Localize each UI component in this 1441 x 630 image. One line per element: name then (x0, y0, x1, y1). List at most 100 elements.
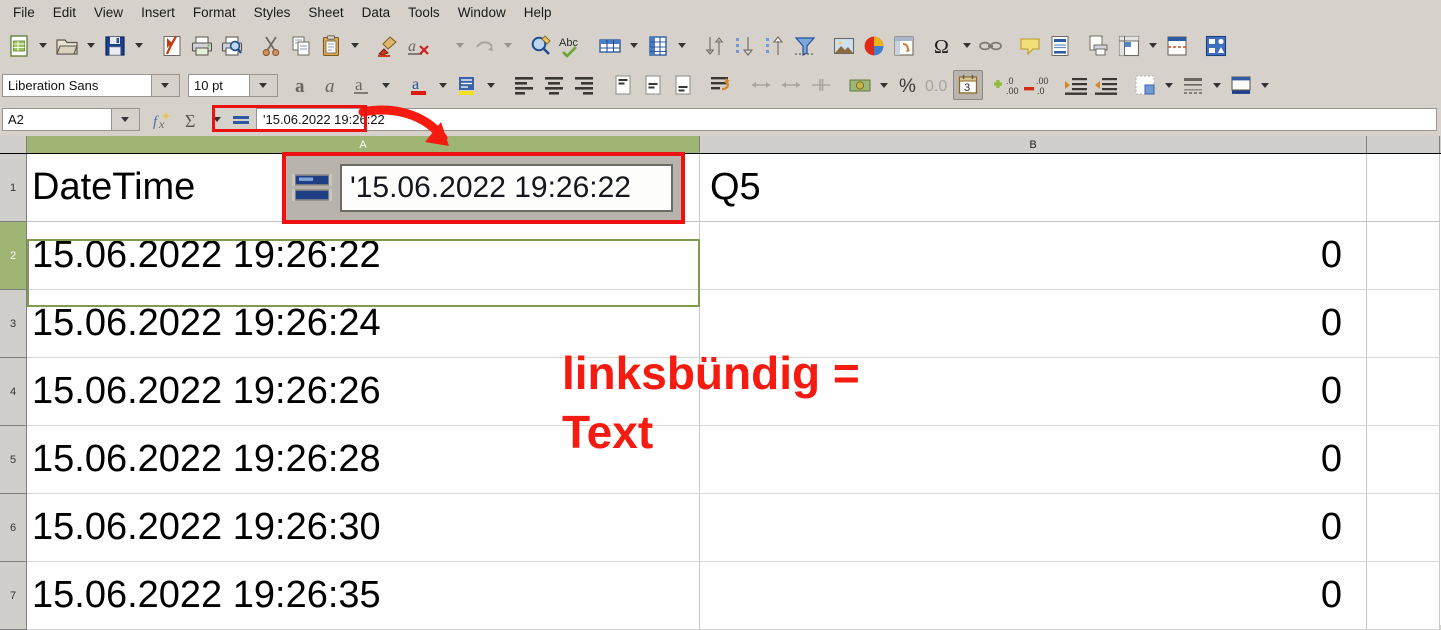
font-name-input[interactable]: Liberation Sans (2, 73, 152, 97)
name-box[interactable]: A2 (2, 108, 112, 131)
menu-file[interactable]: File (4, 3, 44, 22)
cell-a2[interactable]: 15.06.2022 19:26:22 (27, 222, 700, 290)
insert-image-icon[interactable] (829, 31, 859, 61)
print-preview-icon[interactable] (217, 31, 247, 61)
pivot-table-icon[interactable] (889, 31, 919, 61)
open-file-icon[interactable] (52, 31, 82, 61)
cell-c7[interactable] (1367, 562, 1440, 630)
row-header-4[interactable]: 4 (0, 358, 27, 426)
row-header-1[interactable]: 1 (0, 154, 27, 222)
formula-icon[interactable] (226, 105, 256, 135)
border-style-dropdown[interactable] (1208, 70, 1226, 100)
unmerge-icon[interactable] (806, 70, 836, 100)
show-draw-functions-icon[interactable] (1201, 31, 1231, 61)
formula-input[interactable]: '15.06.2022 19:26:22 (256, 108, 1437, 131)
font-color-icon[interactable]: a (404, 70, 434, 100)
function-wizard-icon[interactable]: f x (148, 105, 178, 135)
row-header-3[interactable]: 3 (0, 290, 27, 358)
open-file-dropdown[interactable] (82, 31, 100, 61)
menu-edit[interactable]: Edit (44, 3, 85, 22)
borders-icon[interactable] (1130, 70, 1160, 100)
special-character-icon[interactable]: Ω (928, 31, 958, 61)
cell-c3[interactable] (1367, 290, 1440, 358)
background-cell-color-dropdown[interactable] (1256, 70, 1274, 100)
background-cell-color-icon[interactable] (1226, 70, 1256, 100)
cell-c2[interactable] (1367, 222, 1440, 290)
add-decimal-icon[interactable]: .0 .00 (992, 70, 1022, 100)
sort-icon[interactable] (700, 31, 730, 61)
currency-icon[interactable] (845, 70, 875, 100)
highlight-color-icon[interactable] (452, 70, 482, 100)
undo-dropdown[interactable] (451, 31, 469, 61)
save-icon[interactable] (100, 31, 130, 61)
insert-hyperlink-icon[interactable] (976, 31, 1006, 61)
cell-a7[interactable]: 15.06.2022 19:26:35 (27, 562, 700, 630)
headers-footers-icon[interactable] (1045, 31, 1075, 61)
clear-formatting-icon[interactable]: a (403, 31, 433, 61)
freeze-dropdown[interactable] (1144, 31, 1162, 61)
insert-column-dropdown[interactable] (673, 31, 691, 61)
highlight-color-dropdown[interactable] (482, 70, 500, 100)
menu-window[interactable]: Window (449, 3, 515, 22)
row-header-6[interactable]: 6 (0, 494, 27, 562)
font-color-dropdown[interactable] (434, 70, 452, 100)
cut-icon[interactable] (256, 31, 286, 61)
cell-c4[interactable] (1367, 358, 1440, 426)
sort-ascending-icon[interactable] (730, 31, 760, 61)
align-left-icon[interactable] (509, 70, 539, 100)
underline-dropdown[interactable] (377, 70, 395, 100)
cell-a6[interactable]: 15.06.2022 19:26:30 (27, 494, 700, 562)
redo-icon[interactable] (469, 31, 499, 61)
underline-icon[interactable]: a (347, 70, 377, 100)
copy-icon[interactable] (286, 31, 316, 61)
cell-b1[interactable]: Q5 (700, 154, 1367, 222)
find-replace-icon[interactable] (526, 31, 556, 61)
merge-center-icon[interactable] (776, 70, 806, 100)
new-document-icon[interactable] (4, 31, 34, 61)
insert-row-dropdown[interactable] (625, 31, 643, 61)
borders-dropdown[interactable] (1160, 70, 1178, 100)
align-center-icon[interactable] (539, 70, 569, 100)
percent-icon[interactable]: % (893, 70, 923, 100)
special-character-dropdown[interactable] (958, 31, 976, 61)
align-bottom-icon[interactable] (668, 70, 698, 100)
menu-help[interactable]: Help (515, 3, 561, 22)
delete-decimal-icon[interactable]: .00 .0 (1022, 70, 1052, 100)
increase-indent-icon[interactable] (1061, 70, 1091, 100)
cell-b6[interactable]: 0 (700, 494, 1367, 562)
menu-data[interactable]: Data (353, 3, 400, 22)
menu-sheet[interactable]: Sheet (299, 3, 352, 22)
row-header-2[interactable]: 2 (0, 222, 27, 290)
paste-dropdown[interactable] (346, 31, 364, 61)
insert-column-icon[interactable] (643, 31, 673, 61)
sum-icon[interactable]: Σ (178, 105, 208, 135)
autofilter-icon[interactable] (790, 31, 820, 61)
menu-tools[interactable]: Tools (399, 3, 449, 22)
column-header-a[interactable]: A (27, 136, 700, 153)
spelling-icon[interactable]: Abc (556, 31, 586, 61)
bold-icon[interactable]: a (287, 70, 317, 100)
cell-c1[interactable] (1367, 154, 1440, 222)
print-area-icon[interactable] (1084, 31, 1114, 61)
sort-descending-icon[interactable] (760, 31, 790, 61)
new-document-dropdown[interactable] (34, 31, 52, 61)
row-header-7[interactable]: 7 (0, 562, 27, 630)
cell-b2[interactable]: 0 (700, 222, 1367, 290)
split-window-icon[interactable] (1162, 31, 1192, 61)
freeze-rows-columns-icon[interactable] (1114, 31, 1144, 61)
decrease-indent-icon[interactable] (1091, 70, 1121, 100)
menu-insert[interactable]: Insert (132, 3, 184, 22)
menu-styles[interactable]: Styles (245, 3, 300, 22)
name-box-dropdown[interactable] (112, 108, 140, 131)
comment-icon[interactable] (1015, 31, 1045, 61)
border-style-icon[interactable] (1178, 70, 1208, 100)
select-all-corner[interactable] (0, 136, 27, 153)
insert-chart-icon[interactable] (859, 31, 889, 61)
paste-icon[interactable] (316, 31, 346, 61)
menu-format[interactable]: Format (184, 3, 245, 22)
merge-cells-icon[interactable] (746, 70, 776, 100)
save-dropdown[interactable] (130, 31, 148, 61)
cell-c6[interactable] (1367, 494, 1440, 562)
sum-dropdown[interactable] (208, 105, 226, 135)
row-header-5[interactable]: 5 (0, 426, 27, 494)
